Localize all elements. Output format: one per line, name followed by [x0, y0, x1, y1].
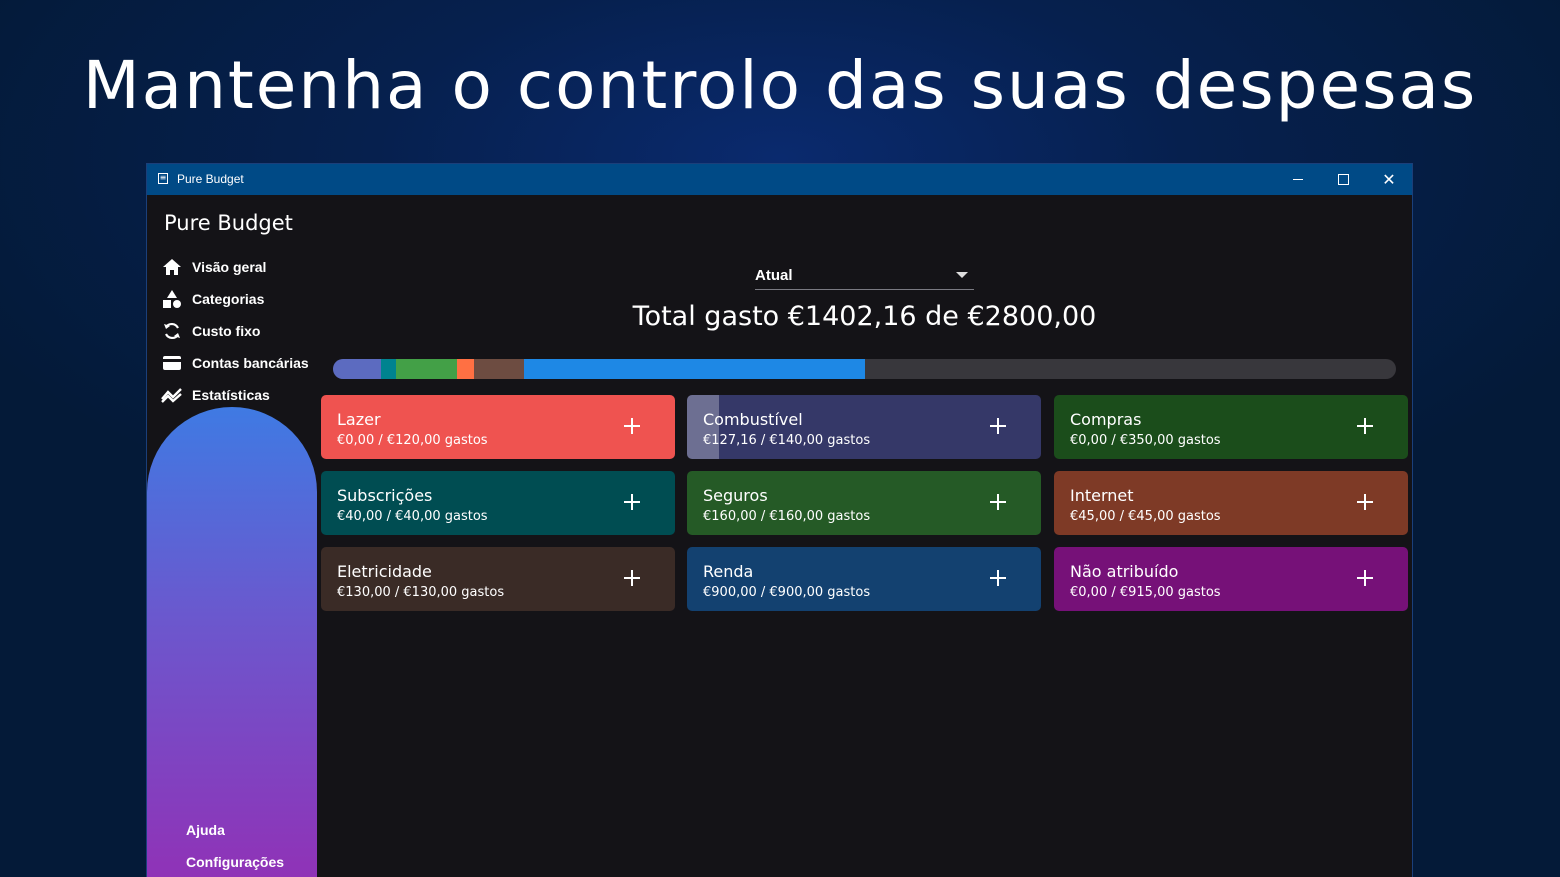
plus-icon[interactable]: [621, 491, 643, 513]
period-dropdown-value: Atual: [755, 267, 793, 284]
category-spent: €0,00 / €915,00 gastos: [1070, 585, 1221, 600]
category-card[interactable]: Compras €0,00 / €350,00 gastos: [1054, 395, 1408, 459]
maximize-button[interactable]: [1320, 164, 1366, 195]
category-spent: €0,00 / €120,00 gastos: [337, 433, 488, 448]
refresh-icon: [161, 321, 183, 341]
sidebar-item-ajuda[interactable]: Ajuda: [186, 822, 225, 838]
budget-bar-segment: [396, 359, 458, 379]
chart-line-icon: [161, 385, 183, 405]
category-name: Não atribuído: [1070, 562, 1179, 581]
category-spent: €45,00 / €45,00 gastos: [1070, 509, 1221, 524]
sidebar-item-label: Custo fixo: [192, 323, 261, 339]
budget-bar-segment: [523, 359, 866, 379]
home-icon: [161, 257, 183, 277]
title-bar: ≡ Pure Budget ✕: [147, 164, 1412, 195]
plus-icon[interactable]: [1354, 491, 1376, 513]
budget-bar-segment: [457, 359, 475, 379]
category-card[interactable]: Internet €45,00 / €45,00 gastos: [1054, 471, 1408, 535]
total-spent-summary: Total gasto €1402,16 de €2800,00: [632, 301, 1097, 332]
sidebar-decoration: [147, 407, 317, 877]
close-button[interactable]: ✕: [1366, 164, 1412, 195]
category-name: Internet: [1070, 486, 1134, 505]
plus-icon[interactable]: [1354, 567, 1376, 589]
category-name: Seguros: [703, 486, 768, 505]
sidebar-item-label: Categorias: [192, 291, 265, 307]
category-card[interactable]: Subscrições €40,00 / €40,00 gastos: [321, 471, 675, 535]
shapes-icon: [161, 289, 183, 309]
plus-icon[interactable]: [987, 567, 1009, 589]
category-name: Subscrições: [337, 486, 433, 505]
minimize-icon: [1293, 179, 1303, 180]
plus-icon[interactable]: [621, 567, 643, 589]
category-card[interactable]: Renda €900,00 / €900,00 gastos: [687, 547, 1041, 611]
category-name: Combustível: [703, 410, 803, 429]
minimize-button[interactable]: [1275, 164, 1321, 195]
category-spent: €160,00 / €160,00 gastos: [703, 509, 871, 524]
sidebar-item-contas-bancarias[interactable]: Contas bancárias: [161, 351, 309, 375]
app-icon: ≡: [158, 173, 168, 184]
category-card[interactable]: Combustível €127,16 / €140,00 gastos: [687, 395, 1041, 459]
sidebar-item-categorias[interactable]: Categorias: [161, 287, 264, 311]
credit-card-icon: [161, 353, 183, 373]
sidebar-item-label: Estatísticas: [192, 387, 270, 403]
category-card[interactable]: Eletricidade €130,00 / €130,00 gastos: [321, 547, 675, 611]
plus-icon[interactable]: [987, 415, 1009, 437]
budget-bar-segment: [381, 359, 397, 379]
maximize-icon: [1337, 174, 1349, 185]
category-name: Lazer: [337, 410, 381, 429]
sidebar-item-configuracoes[interactable]: Configurações: [186, 854, 284, 870]
period-dropdown[interactable]: Atual: [755, 260, 974, 290]
budget-progress-bar: [333, 359, 1396, 379]
window-title: Pure Budget: [177, 172, 244, 186]
budget-bar-segment: [333, 359, 382, 379]
sidebar-item-visao-geral[interactable]: Visão geral: [161, 255, 266, 279]
sidebar-item-label: Contas bancárias: [192, 355, 309, 371]
category-spent: €900,00 / €900,00 gastos: [703, 585, 871, 600]
headline: Mantenha o controlo das suas despesas: [82, 47, 1478, 124]
sidebar-item-custo-fixo[interactable]: Custo fixo: [161, 319, 260, 343]
plus-icon[interactable]: [987, 491, 1009, 513]
plus-icon[interactable]: [621, 415, 643, 437]
category-spent: €0,00 / €350,00 gastos: [1070, 433, 1221, 448]
sidebar-item-estatisticas[interactable]: Estatísticas: [161, 383, 270, 407]
plus-icon[interactable]: [1354, 415, 1376, 437]
category-name: Eletricidade: [337, 562, 432, 581]
category-spent: €130,00 / €130,00 gastos: [337, 585, 505, 600]
category-card[interactable]: Não atribuído €0,00 / €915,00 gastos: [1054, 547, 1408, 611]
app-brand: Pure Budget: [164, 211, 293, 235]
sidebar: Pure Budget Visão geral Categorias Custo…: [147, 195, 317, 877]
budget-bar-segment: [474, 359, 524, 379]
category-card[interactable]: Seguros €160,00 / €160,00 gastos: [687, 471, 1041, 535]
category-spent: €40,00 / €40,00 gastos: [337, 509, 488, 524]
category-spent: €127,16 / €140,00 gastos: [703, 433, 871, 448]
app-window: ≡ Pure Budget ✕ Pure Budget Visão geral …: [147, 164, 1412, 877]
chevron-down-icon: [956, 272, 968, 278]
category-name: Renda: [703, 562, 754, 581]
category-card[interactable]: Lazer €0,00 / €120,00 gastos: [321, 395, 675, 459]
sidebar-item-label: Visão geral: [192, 259, 267, 275]
category-name: Compras: [1070, 410, 1142, 429]
close-icon: ✕: [1382, 169, 1396, 189]
